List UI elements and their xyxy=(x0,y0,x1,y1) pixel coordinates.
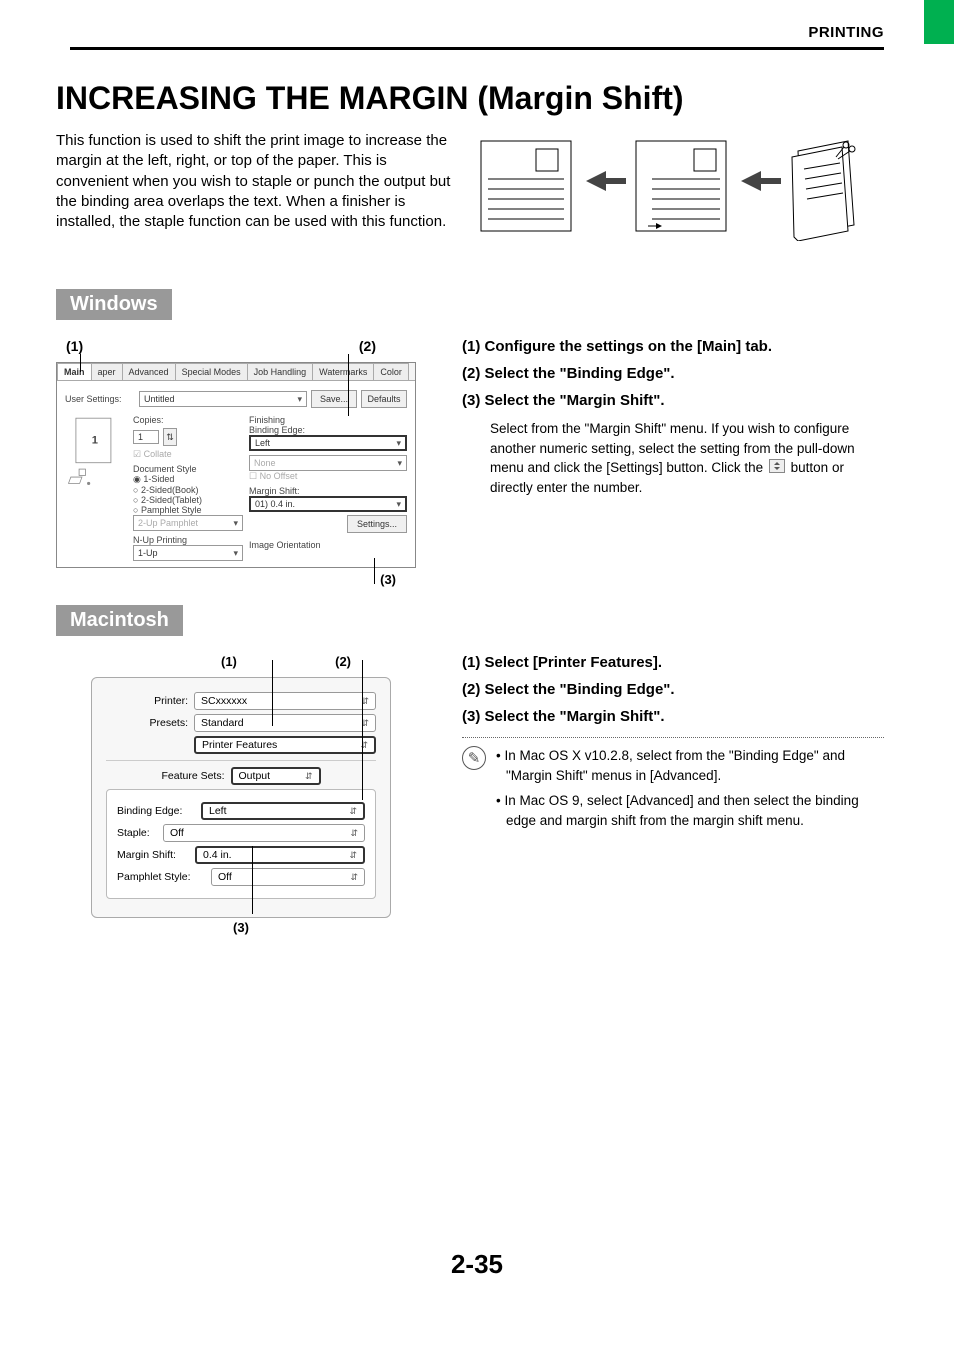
mac-feature-sets-dropdown[interactable]: Output xyxy=(231,767,321,785)
mac-printer-dropdown[interactable]: SCxxxxxx xyxy=(194,692,376,710)
win-callout-3: (3) xyxy=(56,572,426,587)
radio-2sided-book[interactable]: 2-Sided(Book) xyxy=(133,485,243,495)
finishing-label: Finishing xyxy=(249,415,407,425)
settings-button[interactable]: Settings... xyxy=(347,515,407,533)
margin-shift-label: Margin Shift: xyxy=(249,486,407,496)
windows-print-dialog: Main aper Advanced Special Modes Job Han… xyxy=(56,362,416,568)
svg-text:1: 1 xyxy=(92,435,98,447)
mac-binding-edge-label: Binding Edge: xyxy=(117,805,195,817)
section-label: PRINTING xyxy=(70,24,884,41)
doc-style-label: Document Style xyxy=(133,464,243,474)
image-orientation-label: Image Orientation xyxy=(249,540,407,550)
copies-label: Copies: xyxy=(133,415,243,425)
win-step-3: (3) Select the "Margin Shift". xyxy=(462,392,884,409)
defaults-button[interactable]: Defaults xyxy=(361,390,407,408)
tab-job-handling[interactable]: Job Handling xyxy=(247,363,314,380)
binding-edge-label: Binding Edge: xyxy=(249,425,407,435)
mac-pamphlet-dropdown[interactable]: Off xyxy=(211,868,365,886)
mac-step-1: (1) Select [Printer Features]. xyxy=(462,654,884,671)
mac-feature-sets-label: Feature Sets: xyxy=(161,770,224,782)
mac-staple-dropdown[interactable]: Off xyxy=(163,824,365,842)
no-offset-checkbox: ☐ No Offset xyxy=(249,471,407,482)
mac-step-3: (3) Select the "Margin Shift". xyxy=(462,708,884,725)
tab-main[interactable]: Main xyxy=(57,363,92,380)
mac-callout-2: (2) xyxy=(335,654,351,669)
windows-heading: Windows xyxy=(56,289,172,320)
intro-text: This function is used to shift the print… xyxy=(56,131,456,241)
collate-checkbox[interactable]: Collate xyxy=(133,449,243,460)
radio-pamphlet[interactable]: Pamphlet Style xyxy=(133,505,243,515)
mac-callout-1: (1) xyxy=(221,654,237,669)
tab-special-modes[interactable]: Special Modes xyxy=(175,363,248,380)
radio-1sided[interactable]: 1-Sided xyxy=(133,474,243,485)
mac-section-dropdown[interactable]: Printer Features xyxy=(194,736,376,754)
mac-printer-label: Printer: xyxy=(106,695,188,707)
macintosh-heading: Macintosh xyxy=(56,605,183,636)
pamphlet-dropdown[interactable]: 2-Up Pamphlet xyxy=(133,515,243,531)
mac-callout-3: (3) xyxy=(91,920,391,935)
mac-margin-shift-dropdown[interactable]: 0.4 in. xyxy=(195,846,365,864)
mac-presets-label: Presets: xyxy=(106,717,188,729)
mac-staple-label: Staple: xyxy=(117,827,157,839)
mac-step-2: (2) Select the "Binding Edge". xyxy=(462,681,884,698)
mac-note-2: • In Mac OS 9, select [Advanced] and the… xyxy=(496,791,884,832)
accent-bar xyxy=(924,0,954,44)
note-separator xyxy=(462,737,884,738)
spinner-icon xyxy=(767,459,787,479)
win-callout-2: (2) xyxy=(359,338,376,354)
save-button[interactable]: Save... xyxy=(311,390,357,408)
mac-presets-dropdown[interactable]: Standard xyxy=(194,714,376,732)
win-step-1: (1) Configure the settings on the [Main]… xyxy=(462,338,884,355)
mac-binding-edge-dropdown[interactable]: Left xyxy=(201,802,365,820)
copies-input[interactable]: 1 xyxy=(133,430,159,444)
mac-pamphlet-label: Pamphlet Style: xyxy=(117,871,205,883)
mac-print-dialog: Printer: SCxxxxxx Presets: Standard Prin… xyxy=(91,677,391,918)
tab-color[interactable]: Color xyxy=(373,363,409,380)
page-preview: 1 xyxy=(65,415,125,485)
win-callout-1: (1) xyxy=(66,338,83,354)
pencil-note-icon: ✎ xyxy=(462,746,486,770)
tab-advanced[interactable]: Advanced xyxy=(122,363,176,380)
tab-watermarks[interactable]: Watermarks xyxy=(312,363,374,380)
finishing-none-dropdown[interactable]: None xyxy=(249,455,407,471)
nup-label: N-Up Printing xyxy=(133,535,243,545)
radio-2sided-tablet[interactable]: 2-Sided(Tablet) xyxy=(133,495,243,505)
margin-shift-illustration xyxy=(476,131,884,241)
mac-margin-shift-label: Margin Shift: xyxy=(117,849,189,861)
page-number: 2-35 xyxy=(0,1249,954,1280)
page-title: INCREASING THE MARGIN (Margin Shift) xyxy=(56,80,884,117)
user-settings-dropdown[interactable]: Untitled xyxy=(139,391,307,407)
user-settings-label: User Settings: xyxy=(65,394,135,404)
header-rule xyxy=(70,47,884,50)
nup-dropdown[interactable]: 1-Up xyxy=(133,545,243,561)
win-step-3-detail: Select from the "Margin Shift" menu. If … xyxy=(490,419,884,498)
win-step-2: (2) Select the "Binding Edge". xyxy=(462,365,884,382)
binding-edge-dropdown[interactable]: Left xyxy=(249,435,407,451)
margin-shift-dropdown[interactable]: 01) 0.4 in. xyxy=(249,496,407,512)
mac-note-1: • In Mac OS X v10.2.8, select from the "… xyxy=(496,746,884,787)
tab-paper[interactable]: aper xyxy=(91,363,123,380)
